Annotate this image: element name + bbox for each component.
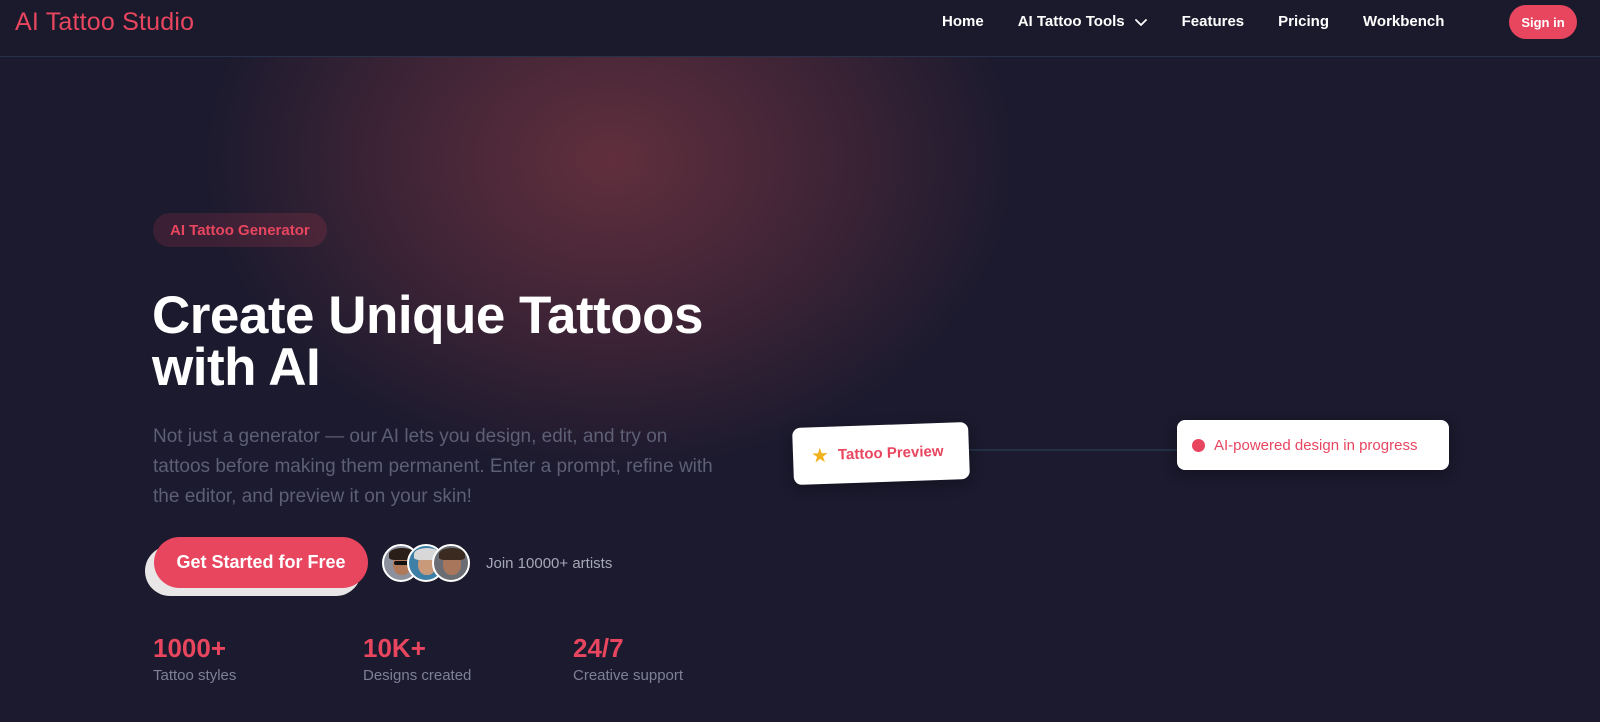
hero-subtext: Not just a generator — our AI lets you d… <box>153 426 713 507</box>
headline-line-1: Create Unique Tattoos <box>152 286 703 345</box>
tattoo-preview-card: ★ Tattoo Preview <box>792 421 970 486</box>
stat-label: Tattoo styles <box>153 667 237 684</box>
headline-line-2: with AI <box>152 338 321 397</box>
nav-ai-tattoo-tools-label: AI Tattoo Tools <box>1017 13 1125 30</box>
nav-workbench[interactable]: Workbench <box>1363 13 1444 30</box>
stat-value: 24/7 <box>573 633 624 663</box>
chevron-down-icon <box>1134 18 1147 26</box>
stat-value: 10K+ <box>363 633 426 663</box>
design-status-text: AI-powered design in progress <box>1214 436 1418 454</box>
stat-creative-support: 24/7 Creative support <box>573 633 683 684</box>
nav-links: Home AI Tattoo Tools Features Pricing Wo… <box>942 13 1478 30</box>
nav-pricing[interactable]: Pricing <box>1278 13 1329 30</box>
stat-label: Designs created <box>363 667 472 684</box>
stat-label: Creative support <box>573 667 684 684</box>
join-artists-text: Join 10000+ artists <box>486 555 613 572</box>
hero-headline: Create Unique Tattoos with AI <box>152 289 752 397</box>
page: AI Tattoo Studio Home AI Tattoo Tools Fe… <box>0 0 1600 722</box>
design-status-card: AI-powered design in progress <box>1177 420 1449 470</box>
status-dot-icon <box>1192 438 1205 452</box>
top-nav: AI Tattoo Studio Home AI Tattoo Tools Fe… <box>0 0 1600 57</box>
artist-avatars <box>382 544 470 582</box>
stat-designs-created: 10K+ Designs created <box>363 633 471 684</box>
hero-badge: AI Tattoo Generator <box>153 213 327 247</box>
avatar <box>432 544 470 582</box>
nav-home[interactable]: Home <box>942 13 984 30</box>
nav-ai-tattoo-tools[interactable]: AI Tattoo Tools <box>1018 13 1148 30</box>
stat-tattoo-styles: 1000+ Tattoo styles <box>153 633 236 684</box>
tattoo-preview-label: Tattoo Preview <box>837 442 944 464</box>
nav-features[interactable]: Features <box>1182 13 1245 30</box>
site-logo[interactable]: AI Tattoo Studio <box>15 8 194 37</box>
star-icon: ★ <box>810 444 830 468</box>
sign-in-button[interactable]: Sign in <box>1509 5 1577 39</box>
stat-value: 1000+ <box>153 633 227 663</box>
get-started-button[interactable]: Get Started for Free <box>154 537 368 588</box>
preview-connector-line <box>965 449 1177 451</box>
